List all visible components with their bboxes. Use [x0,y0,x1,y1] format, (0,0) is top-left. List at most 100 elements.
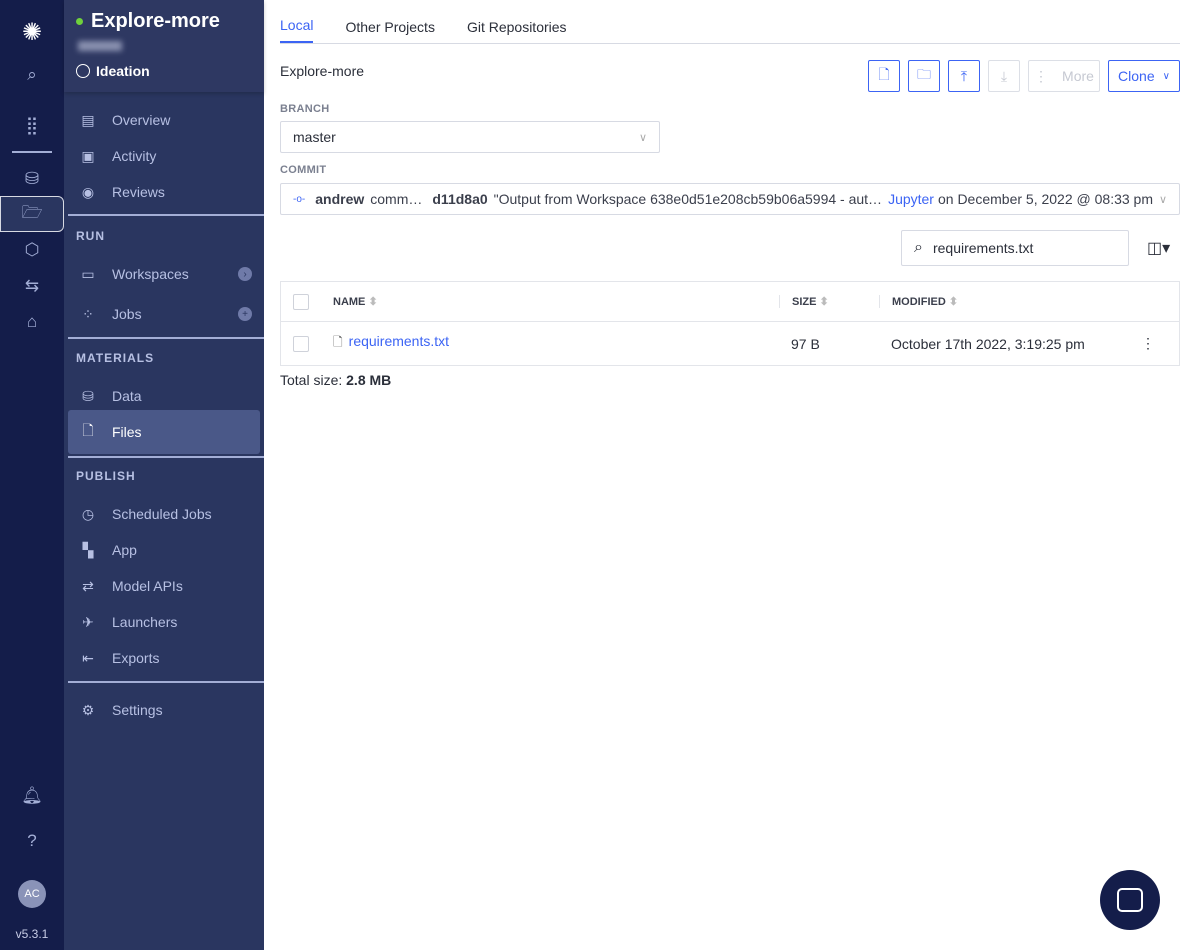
header-modified[interactable]: MODIFIED ⬍ [879,295,1129,308]
apps-grid-icon[interactable]: ⣿ [0,108,64,144]
sort-icon: ⬍ [948,296,959,308]
transfer-icon[interactable]: ⇆ [0,268,64,304]
sidebar-item-model-apis[interactable]: ⇄ Model APIs [68,568,260,604]
divider [68,214,264,216]
sidebar-item-exports[interactable]: ⇤ Exports [68,640,260,676]
status-dot [76,18,83,25]
stage-badge[interactable]: Ideation [76,63,252,79]
rocket-icon: ✈ [82,613,94,630]
chat-launcher-button[interactable] [1100,870,1160,930]
header-name[interactable]: NAME ⬍ [333,295,779,308]
folder-open-icon[interactable]: 🗁 [0,196,64,232]
monitor-icon: ▭ [81,265,95,282]
version-label: v5.3.1 [15,927,49,941]
swap-icon: ⇄ [82,577,94,594]
bell-icon[interactable]: 🔔︎ [0,778,64,814]
help-icon[interactable]: ? [0,823,64,859]
file-icon: 🗋 [333,335,343,349]
project-sidebar: Explore-more Ideation ▤ Overview ▣ Activit… [64,0,264,950]
sidebar-item-jobs[interactable]: ⁘ Jobs + [68,296,260,332]
section-run: RUN [76,229,105,243]
stage-label: Ideation [96,63,150,79]
sidebar-item-app[interactable]: ▚ App [68,532,260,568]
section-publish: PUBLISH [76,469,136,483]
sidebar-item-overview[interactable]: ▤ Overview [68,102,260,138]
search-icon[interactable]: ⌕ [0,57,64,93]
sidebar-item-scheduled-jobs[interactable]: ◷ Scheduled Jobs [68,496,260,532]
new-folder-icon: 🗀 [917,66,931,82]
file-name-link[interactable]: requirements.txt [349,333,449,349]
commit-label: COMMIT [280,164,327,176]
divider [12,151,52,153]
sidebar-item-launchers[interactable]: ✈ Launchers [68,604,260,640]
column-layout-icon[interactable]: ◫▾ [1147,238,1170,258]
new-file-icon: 🗋 [878,66,890,82]
database-icon[interactable]: ⛁ [0,161,64,197]
file-size: 97 B [791,335,820,352]
sidebar-item-reviews[interactable]: ◉ Reviews [68,174,260,210]
search-icon: ⌕ [914,239,923,256]
jobs-icon: ⁘ [82,305,94,322]
export-icon: ⇤ [82,649,94,666]
download-button[interactable]: ⤓ [988,60,1020,92]
tab-other-projects[interactable]: Other Projects [345,19,434,43]
branch-select[interactable]: master ∨ [280,121,660,153]
label: Workspaces [112,266,189,282]
new-folder-button[interactable]: 🗀 [908,60,940,92]
commit-tool-link[interactable]: Jupyter [888,191,934,207]
sidebar-item-settings[interactable]: ⚙ Settings [68,692,260,728]
row-menu-icon[interactable]: ⋮ [1141,335,1155,352]
label: Overview [112,112,171,128]
commit-date: on December 5, 2022 @ 08:33 pm [937,191,1153,207]
file-name-cell[interactable]: 🗋 requirements.txt [333,333,779,354]
branch-value: master [293,129,336,145]
sidebar-item-activity[interactable]: ▣ Activity [68,138,260,174]
chevron-down-icon: ∨ [1162,70,1170,82]
tab-git-repositories[interactable]: Git Repositories [467,19,567,43]
cube-icon[interactable]: ⬡ [0,232,64,268]
sidebar-item-data[interactable]: ⛁ Data [68,378,260,414]
search-value: requirements.txt [932,240,1034,256]
avatar[interactable]: AC [18,880,46,908]
table-header: NAME ⬍ SIZE ⬍ MODIFIED ⬍ [281,282,1179,322]
plus-icon[interactable]: + [238,307,252,321]
divider [68,456,264,458]
sidebar-item-workspaces[interactable]: ▭ Workspaces › [68,256,260,292]
clone-button[interactable]: Clone ∨ [1108,60,1180,92]
chat-icon [1117,888,1143,912]
header-size[interactable]: SIZE ⬍ [779,295,879,308]
section-materials: MATERIALS [76,351,155,365]
sidebar-item-files[interactable]: 🗋 Files [68,410,260,454]
tag-icon[interactable]: ⌂ [0,304,64,340]
commit-select[interactable]: -o- andrew comm… d11d8a0 "Output from Wo… [280,183,1180,215]
new-file-button[interactable]: 🗋 [868,60,900,92]
eye-icon: ◉ [81,183,95,200]
chevron-right-icon[interactable]: › [238,267,252,281]
more-label: More [1062,68,1094,84]
database-icon: ⛁ [82,387,94,404]
upload-icon: ⤒ [960,67,968,84]
total-size: Total size: 2.8 MB [280,372,392,388]
sort-icon: ⬍ [368,296,378,308]
tab-local[interactable]: Local [280,17,314,43]
label: Model APIs [112,578,183,594]
branch-label: BRANCH [280,103,330,115]
download-icon: ⤓ [1000,67,1008,84]
more-button[interactable]: ⋮ More [1028,60,1100,92]
upload-button[interactable]: ⤒ [948,60,980,92]
domino-logo-icon[interactable]: ✺ [0,14,64,50]
overview-icon: ▤ [81,111,95,128]
tab-bar: Local Other Projects Git Repositories [280,0,1180,44]
label: Reviews [112,184,165,200]
page-title: Explore-more [280,63,365,79]
more-icon: ⋮ [1034,67,1049,84]
activity-icon: ▣ [81,147,95,164]
file-icon: 🗋 [82,422,94,438]
gear-icon: ⚙ [81,701,95,718]
project-title[interactable]: Explore-more [91,10,220,33]
select-all-checkbox[interactable] [293,293,309,310]
label: Launchers [112,614,178,630]
row-checkbox[interactable] [293,335,309,352]
search-input[interactable]: ⌕ requirements.txt [901,230,1129,266]
sort-icon: ⬍ [819,296,829,308]
